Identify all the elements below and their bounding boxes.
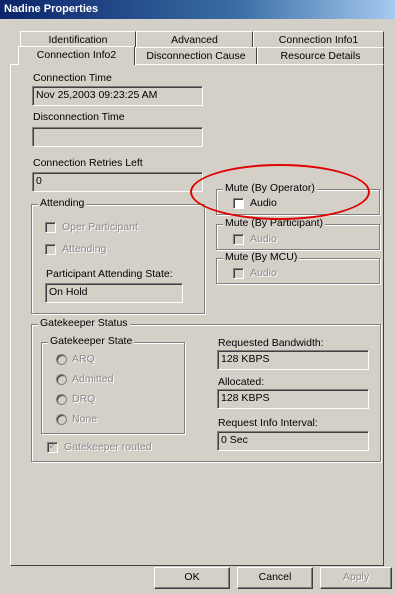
- gatekeeper-status-title: Gatekeeper Status: [38, 317, 130, 329]
- window-title: Nadine Properties: [4, 3, 99, 15]
- allocated-field[interactable]: 128 KBPS: [217, 389, 369, 409]
- attending-group-title: Attending: [38, 197, 87, 209]
- tab-connection-info2[interactable]: Connection Info2: [18, 46, 135, 65]
- radio-drq[interactable]: [56, 394, 67, 405]
- attending-label: Attending: [62, 243, 107, 255]
- radio-admitted[interactable]: [56, 374, 67, 385]
- mute-mcu-audio-checkbox[interactable]: [233, 268, 244, 279]
- oper-participant-label: Oper Participant: [62, 221, 138, 233]
- oper-participant-checkbox[interactable]: [45, 222, 56, 233]
- radio-admitted-label: Admitted: [72, 373, 114, 385]
- mute-participant-audio-label: Audio: [250, 233, 277, 245]
- mute-participant-audio-checkbox[interactable]: [233, 234, 244, 245]
- request-info-interval-label: Request Info Interval:: [218, 417, 318, 429]
- radio-none[interactable]: [56, 414, 67, 425]
- title-bar: Nadine Properties: [0, 0, 395, 19]
- connection-retries-label: Connection Retries Left: [33, 157, 143, 169]
- gatekeeper-routed-label: Gatekeeper routed: [64, 441, 152, 453]
- gatekeeper-state-title: Gatekeeper State: [48, 335, 135, 347]
- ok-button[interactable]: OK: [154, 567, 230, 589]
- allocated-label: Allocated:: [218, 376, 265, 388]
- radio-arq[interactable]: [56, 354, 67, 365]
- attending-state-field[interactable]: On Hold: [45, 283, 183, 303]
- mute-mcu-title: Mute (By MCU): [223, 251, 300, 263]
- disconnection-time-field[interactable]: [32, 127, 203, 147]
- attending-checkbox[interactable]: [45, 244, 56, 255]
- connection-time-label: Connection Time: [33, 72, 112, 84]
- tab-resource-details[interactable]: Resource Details: [257, 47, 384, 65]
- disconnection-time-label: Disconnection Time: [33, 111, 125, 123]
- gatekeeper-routed-checkbox[interactable]: ✓: [47, 442, 58, 453]
- request-info-interval-field[interactable]: 0 Sec: [217, 431, 369, 451]
- requested-bandwidth-label: Requested Bandwidth:: [218, 337, 324, 349]
- connection-retries-field[interactable]: 0: [32, 172, 203, 192]
- cancel-button[interactable]: Cancel: [237, 567, 313, 589]
- mute-mcu-audio-label: Audio: [250, 267, 277, 279]
- apply-button[interactable]: Apply: [320, 567, 392, 589]
- requested-bandwidth-field[interactable]: 128 KBPS: [217, 350, 369, 370]
- connection-time-field[interactable]: Nov 25,2003 09:23:25 AM: [32, 86, 203, 106]
- radio-drq-label: DRQ: [72, 393, 96, 405]
- attending-state-label: Participant Attending State:: [46, 268, 173, 280]
- red-highlight-oval: [190, 164, 370, 220]
- check-mark-icon: ✓: [48, 441, 57, 452]
- tab-disconnection-cause[interactable]: Disconnection Cause: [135, 47, 257, 65]
- radio-none-label: None: [72, 413, 98, 425]
- radio-arq-label: ARQ: [72, 353, 95, 365]
